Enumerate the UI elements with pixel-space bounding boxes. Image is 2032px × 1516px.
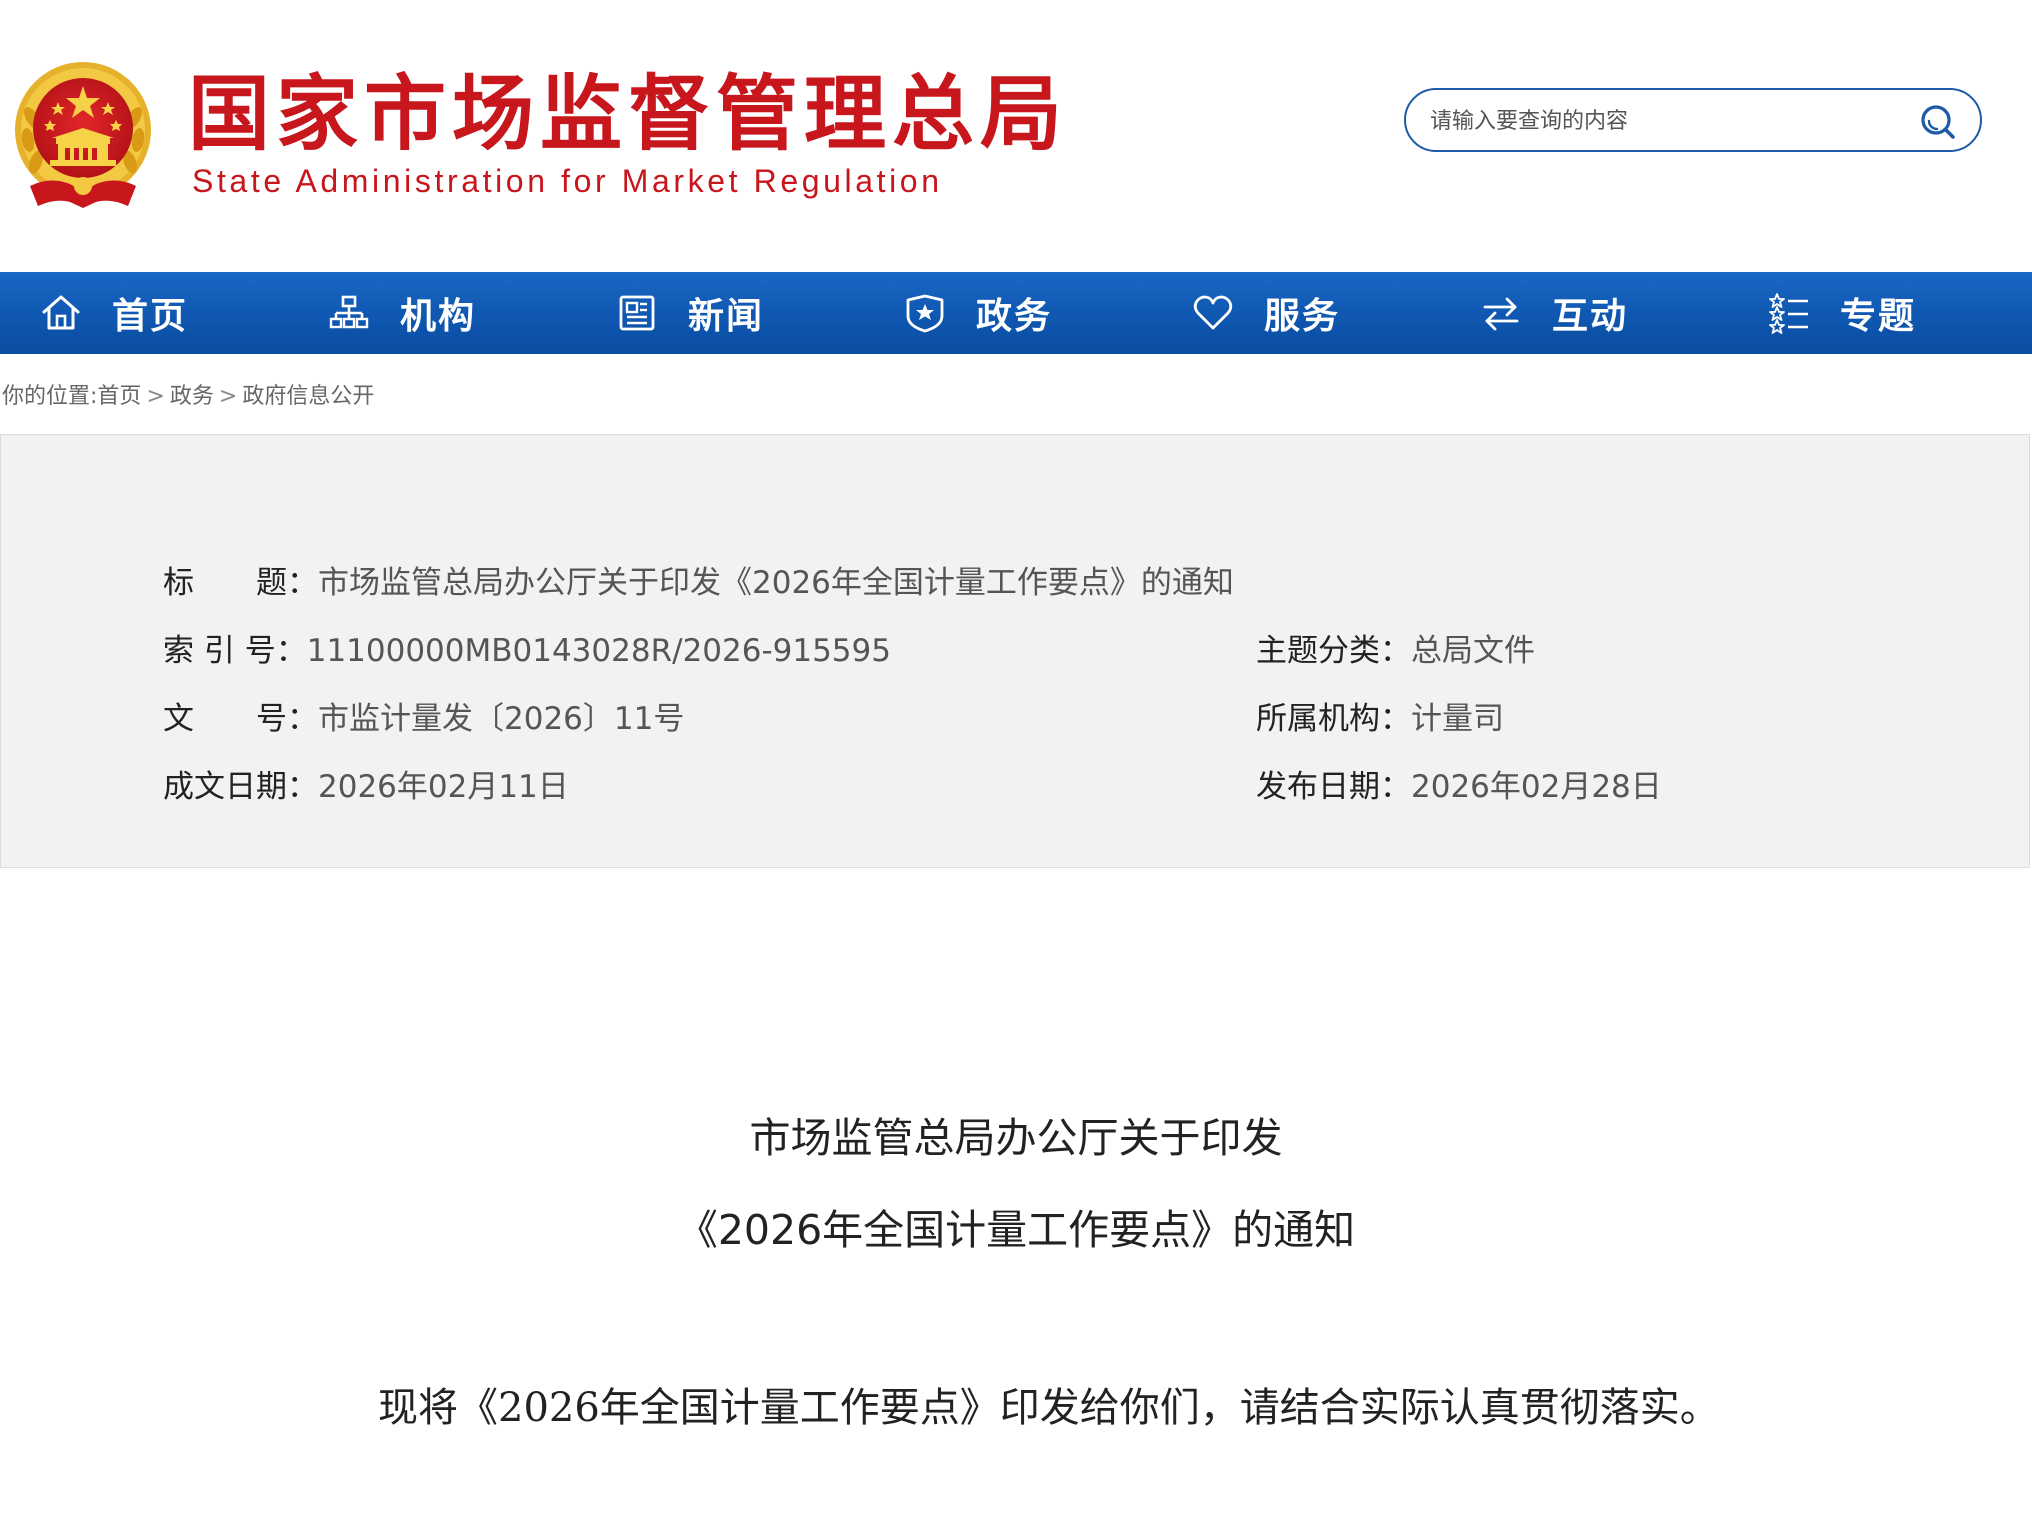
nav-item-government-affairs[interactable]: 政务 — [864, 272, 1152, 354]
breadcrumb-link-info-disclosure[interactable]: 政府信息公开 — [242, 384, 374, 409]
meta-org-row: 所属机构：计量司 — [1256, 699, 1504, 739]
shield-star-icon — [906, 294, 944, 333]
nav-label-services: 服务 — [1264, 296, 1341, 337]
meta-topic-label: 主题分类： — [1256, 633, 1411, 669]
search-bar — [1404, 88, 1982, 152]
meta-published-value: 2026年02月28日 — [1411, 769, 1662, 805]
meta-index-label: 索 引 号： — [163, 633, 307, 669]
search-icon[interactable] — [1918, 102, 1958, 142]
meta-topic-row: 主题分类：总局文件 — [1256, 631, 1535, 671]
meta-docno-row: 文 号：市监计量发〔2026〕11号 — [163, 699, 684, 739]
meta-docno-value: 市监计量发〔2026〕11号 — [318, 701, 685, 737]
meta-created-row: 成文日期：2026年02月11日 — [163, 767, 569, 807]
meta-docno-label: 文 号： — [163, 701, 318, 737]
document-title-line-1: 市场监管总局办公厅关于印发 — [749, 1114, 1283, 1162]
site-title-chinese[interactable]: 国家市场监督管理总局 — [188, 74, 1068, 156]
breadcrumb-separator: > — [218, 384, 238, 409]
nav-item-topics[interactable]: 专题 — [1728, 272, 2016, 354]
nav-label-interaction: 互动 — [1552, 296, 1629, 337]
breadcrumb-link-home[interactable]: 首页 — [97, 384, 141, 409]
breadcrumb-prefix: 你的位置: — [2, 384, 98, 409]
nav-item-services[interactable]: 服务 — [1152, 272, 1440, 354]
meta-topic-value: 总局文件 — [1411, 633, 1535, 669]
breadcrumb-link-government-affairs[interactable]: 政务 — [170, 384, 214, 409]
site-title-english[interactable]: State Administration for Market Regulati… — [192, 165, 943, 197]
nav-label-organization: 机构 — [400, 296, 477, 337]
meta-index-row: 索 引 号：11100000MB0143028R/2026-915595 — [163, 631, 891, 671]
org-chart-icon — [329, 295, 369, 329]
nav-item-home[interactable]: 首页 — [0, 272, 288, 354]
exchange-arrows-icon — [1483, 297, 1519, 331]
meta-published-row: 发布日期：2026年02月28日 — [1256, 767, 1662, 807]
meta-index-value: 11100000MB0143028R/2026-915595 — [306, 633, 891, 669]
meta-title-value: 市场监管总局办公厅关于印发《2026年全国计量工作要点》的通知 — [318, 565, 1234, 601]
nav-label-home: 首页 — [112, 296, 189, 337]
document-title-line-2: 《2026年全国计量工作要点》的通知 — [676, 1206, 1356, 1254]
search-input[interactable] — [1428, 100, 1892, 142]
document-paragraph: 现将《2026年全国计量工作要点》印发给你们，请结合实际认真贯彻落实。 — [378, 1385, 1720, 1431]
main-nav: 首页 机构 新闻 政务 服务 互动 专题 — [0, 272, 2032, 354]
nav-label-news: 新闻 — [688, 296, 765, 337]
newspaper-icon — [619, 295, 655, 331]
breadcrumb: 你的位置:首页 > 政务 > 政府信息公开 — [2, 382, 374, 412]
nav-label-government-affairs: 政务 — [976, 296, 1053, 337]
meta-published-label: 发布日期： — [1256, 769, 1411, 805]
meta-org-label: 所属机构： — [1256, 701, 1411, 737]
meta-title-row: 标 题：市场监管总局办公厅关于印发《2026年全国计量工作要点》的通知 — [163, 563, 1234, 603]
home-icon — [42, 295, 80, 330]
meta-title-label: 标 题： — [163, 565, 318, 601]
document-metadata-panel: 标 题：市场监管总局办公厅关于印发《2026年全国计量工作要点》的通知 索 引 … — [0, 434, 2030, 868]
site-header: 国家市场监督管理总局 State Administration for Mark… — [0, 0, 2032, 272]
meta-org-value: 计量司 — [1411, 701, 1504, 737]
nav-item-organization[interactable]: 机构 — [288, 272, 576, 354]
meta-created-value: 2026年02月11日 — [318, 769, 569, 805]
nav-item-interaction[interactable]: 互动 — [1440, 272, 1728, 354]
heart-icon — [1193, 295, 1233, 330]
star-list-icon — [1769, 293, 1808, 334]
meta-created-label: 成文日期： — [163, 769, 318, 805]
nav-label-topics: 专题 — [1840, 296, 1917, 337]
breadcrumb-separator: > — [146, 384, 165, 409]
national-emblem-icon[interactable] — [10, 58, 156, 210]
nav-item-news[interactable]: 新闻 — [576, 272, 864, 354]
